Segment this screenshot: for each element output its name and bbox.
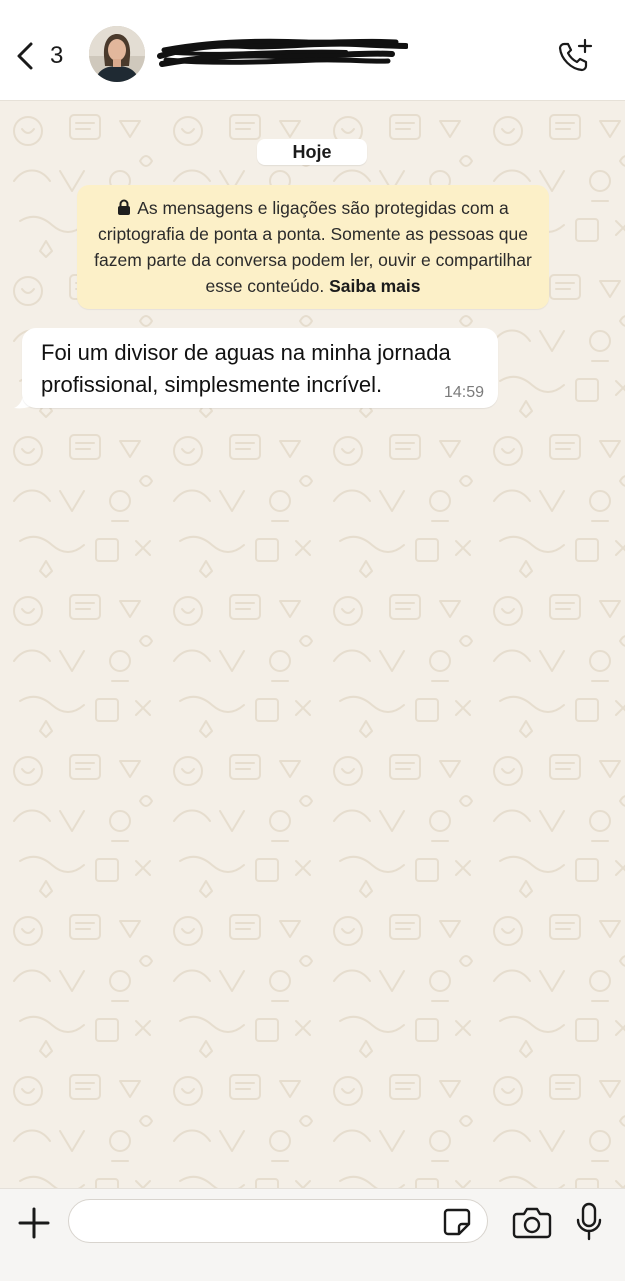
message-input[interactable] bbox=[68, 1199, 488, 1243]
microphone-icon bbox=[576, 1202, 602, 1241]
sticker-button[interactable] bbox=[442, 1207, 472, 1237]
unread-count: 3 bbox=[50, 42, 64, 69]
composer-bar bbox=[0, 1188, 625, 1281]
chevron-left-icon bbox=[17, 42, 33, 70]
encryption-notice[interactable]: As mensagens e ligações são protegidas c… bbox=[77, 185, 549, 309]
message-bubble[interactable]: Foi um divisor de aguas na minha jornada… bbox=[22, 328, 498, 408]
camera-icon bbox=[512, 1207, 552, 1239]
lock-icon bbox=[117, 199, 131, 215]
attach-button[interactable] bbox=[16, 1205, 52, 1241]
redaction-scribble bbox=[157, 38, 408, 67]
date-chip: Hoje bbox=[257, 139, 367, 165]
message-time: 14:59 bbox=[443, 384, 484, 401]
message-text: Foi um divisor de aguas na minha jornada… bbox=[41, 340, 451, 397]
sticker-icon bbox=[443, 1208, 471, 1236]
chat-area[interactable]: Hoje As mensagens e ligações são protegi… bbox=[0, 101, 625, 1188]
add-call-button[interactable] bbox=[555, 36, 595, 76]
camera-button[interactable] bbox=[512, 1205, 552, 1239]
phone-plus-icon bbox=[558, 38, 593, 72]
chat-header: 3 bbox=[0, 0, 625, 101]
avatar-image bbox=[89, 26, 145, 82]
avatar[interactable] bbox=[89, 26, 145, 82]
microphone-button[interactable] bbox=[574, 1201, 604, 1243]
contact-name-redacted[interactable] bbox=[156, 34, 408, 74]
plus-icon bbox=[18, 1207, 50, 1239]
back-button[interactable]: 3 bbox=[14, 36, 84, 76]
learn-more-link[interactable]: Saiba mais bbox=[329, 276, 420, 296]
encryption-notice-text: As mensagens e ligações são protegidas c… bbox=[94, 198, 532, 296]
